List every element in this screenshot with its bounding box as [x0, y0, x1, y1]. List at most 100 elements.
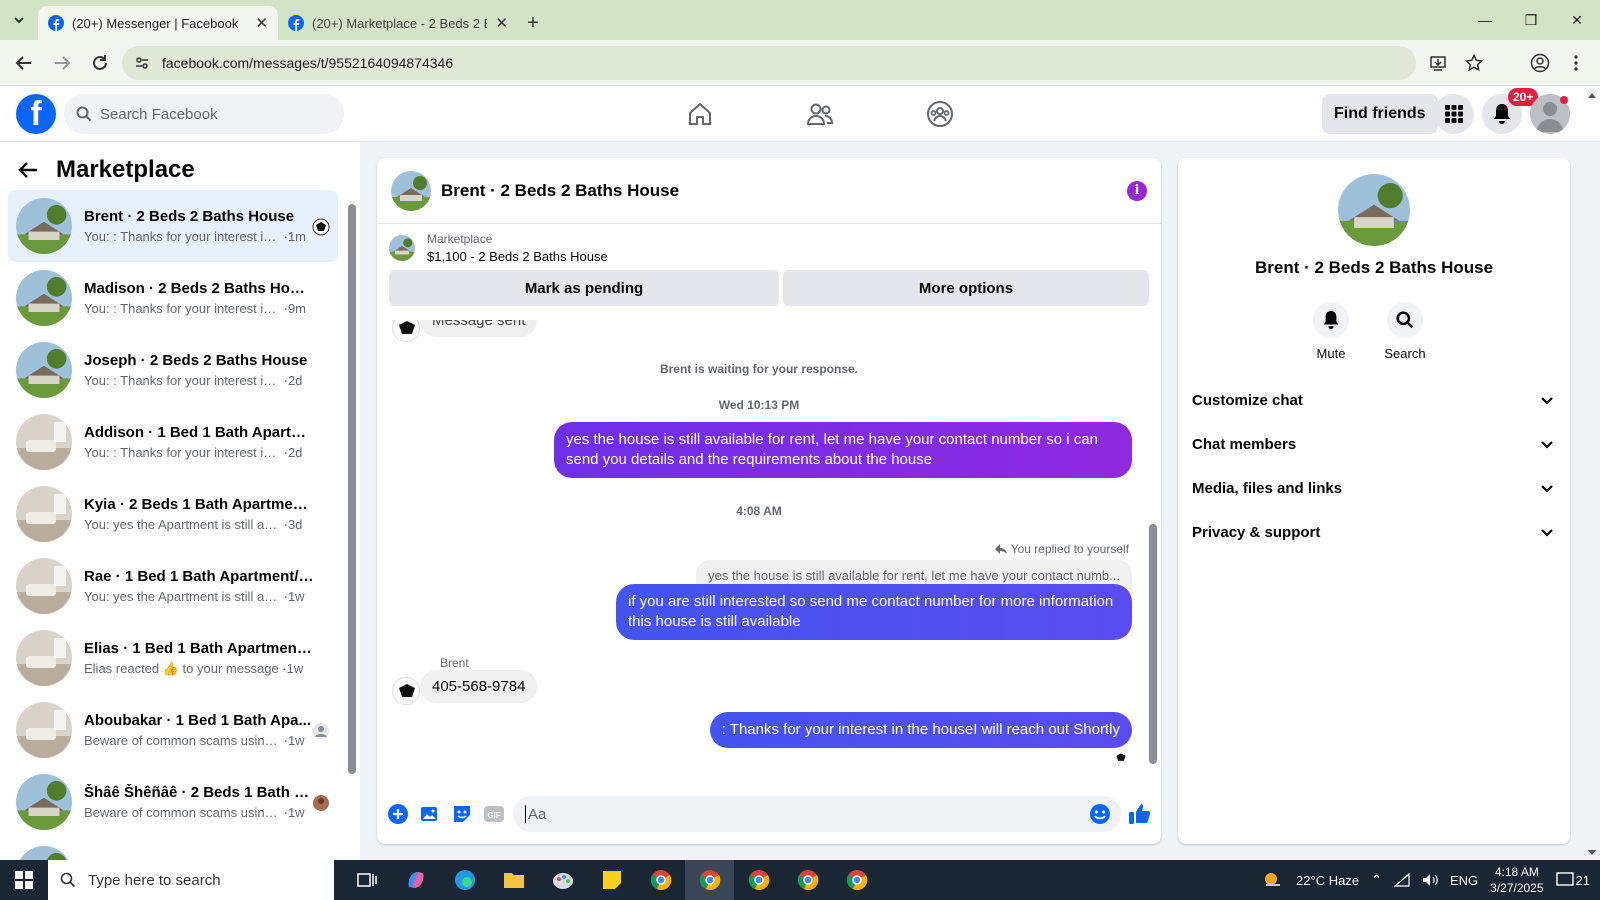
- account-dot: [1560, 96, 1568, 104]
- details-menu-item[interactable]: Customize chat: [1192, 378, 1554, 422]
- chrome-app-2[interactable]: [685, 860, 734, 900]
- start-button[interactable]: [0, 860, 48, 900]
- browser-tab-messenger[interactable]: (20+) Messenger | Facebook ✕: [38, 6, 278, 40]
- more-actions-button[interactable]: [385, 801, 411, 827]
- conversation-item[interactable]: Steve · 2 Beds 1 Bath H...: [8, 838, 338, 860]
- conversation-item[interactable]: Addison · 1 Bed 1 Bath Apartme... You: : …: [8, 406, 338, 478]
- edge-app[interactable]: [440, 860, 489, 900]
- reload-button[interactable]: [84, 47, 116, 79]
- new-tab-button[interactable]: +: [518, 6, 548, 40]
- sender-avatar[interactable]: [392, 677, 420, 705]
- nav-friends[interactable]: [760, 86, 880, 142]
- sidebar-scrollbar[interactable]: [348, 192, 356, 832]
- chat-scrollbar[interactable]: [1149, 324, 1157, 774]
- minimize-button[interactable]: —: [1462, 0, 1508, 40]
- facebook-logo-icon[interactable]: f: [16, 94, 56, 134]
- details-menu-item[interactable]: Chat members: [1192, 422, 1554, 466]
- close-window-button[interactable]: ✕: [1554, 0, 1600, 40]
- back-button[interactable]: [8, 47, 40, 79]
- chrome-app-4[interactable]: [783, 860, 832, 900]
- network-icon[interactable]: [1393, 873, 1410, 887]
- photo-icon: [421, 807, 437, 821]
- star-icon: [1465, 53, 1483, 71]
- chevron-down-icon: [1541, 397, 1553, 405]
- nav-home[interactable]: [640, 86, 760, 142]
- url-bar[interactable]: facebook.com/messages/t/9552164094874346: [122, 45, 1416, 80]
- language-indicator[interactable]: ENG: [1450, 873, 1478, 888]
- search-in-conversation-button[interactable]: Search: [1380, 302, 1430, 361]
- close-tab-icon[interactable]: ✕: [495, 14, 508, 32]
- soccer-ball-avatar-icon: [1113, 750, 1129, 766]
- facebook-search-input[interactable]: Search Facebook: [64, 94, 344, 134]
- close-tab-icon[interactable]: ✕: [255, 14, 268, 32]
- details-menu-item[interactable]: Privacy & support: [1192, 510, 1554, 554]
- message-input[interactable]: Aa: [513, 796, 1121, 832]
- clock[interactable]: 4:18 AM 3/27/2025: [1490, 864, 1543, 896]
- weather-icon[interactable]: [1262, 870, 1284, 890]
- thumbs-up-icon: [1129, 804, 1151, 824]
- scrollbar-thumb[interactable]: [1149, 524, 1157, 764]
- apartment-thumbnail-icon: [16, 558, 72, 614]
- conversation-item[interactable]: Rae · 1 Bed 1 Bath Apartment/co... You: y…: [8, 550, 338, 622]
- details-menu-item[interactable]: Media, files and links: [1192, 466, 1554, 510]
- menu-button[interactable]: [1434, 94, 1474, 134]
- profile-button[interactable]: [1524, 47, 1556, 79]
- chat-title[interactable]: Brent · 2 Beds 2 Baths House: [441, 181, 1117, 201]
- restore-button[interactable]: ❐: [1508, 0, 1554, 40]
- conversation-preview: You: : Thanks for your interest in th...: [84, 373, 280, 388]
- browser-tab-marketplace[interactable]: (20+) Marketplace - 2 Beds 2 Ba ✕: [278, 6, 518, 40]
- conversation-item[interactable]: Elias · 1 Bed 1 Bath Apartment/c... Elias…: [8, 622, 338, 694]
- find-friends-button[interactable]: Find friends: [1322, 94, 1438, 134]
- send-like-button[interactable]: [1127, 801, 1153, 827]
- task-view-button[interactable]: [342, 860, 391, 900]
- page-scrollbar[interactable]: [1586, 90, 1598, 860]
- chrome-app-3[interactable]: [734, 860, 783, 900]
- details-avatar[interactable]: [1338, 174, 1410, 246]
- chrome-app-5[interactable]: [832, 860, 881, 900]
- sticker-button[interactable]: [449, 801, 475, 827]
- listing-title[interactable]: $1,100 - 2 Beds 2 Baths House: [427, 249, 608, 264]
- soccer-ball-avatar-icon: [394, 679, 419, 704]
- conversation-item[interactable]: Madison · 2 Beds 2 Baths House You: : Tha…: [8, 262, 338, 334]
- attach-photo-button[interactable]: [417, 801, 443, 827]
- notification-center-button[interactable]: 21: [1555, 872, 1590, 888]
- chat-avatar[interactable]: [391, 170, 431, 211]
- install-app-button[interactable]: [1422, 47, 1454, 79]
- emoji-icon[interactable]: [1089, 803, 1111, 825]
- speaker-icon[interactable]: [1422, 873, 1438, 887]
- tab-search-button[interactable]: [0, 0, 38, 40]
- conversation-item[interactable]: Šhâê Šhêñâê · 2 Beds 1 Bath H... Beware o…: [8, 766, 338, 838]
- chrome-app-1[interactable]: [636, 860, 685, 900]
- nav-groups[interactable]: [880, 86, 1000, 142]
- weather-text[interactable]: 22°C Haze: [1296, 873, 1359, 888]
- more-options-button[interactable]: More options: [783, 270, 1149, 306]
- mute-button[interactable]: Mute: [1306, 302, 1356, 361]
- browser-menu-button[interactable]: [1560, 47, 1592, 79]
- paint-app[interactable]: [538, 860, 587, 900]
- taskbar-search-input[interactable]: Type here to search: [48, 860, 334, 900]
- scrollbar-thumb[interactable]: [348, 204, 356, 774]
- file-explorer-app[interactable]: [489, 860, 538, 900]
- mark-as-pending-button[interactable]: Mark as pending: [389, 270, 779, 306]
- chevron-up-icon[interactable]: ⌃: [1371, 872, 1382, 888]
- address-toolbar: facebook.com/messages/t/9552164094874346: [0, 40, 1600, 86]
- conversation-time: 1w: [286, 660, 304, 676]
- conversation-item[interactable]: Aboubakar · 1 Bed 1 Bath Apa... Beware of…: [8, 694, 338, 766]
- gif-button[interactable]: GIF: [481, 801, 507, 827]
- forward-button[interactable]: [46, 47, 78, 79]
- conversation-item[interactable]: Joseph · 2 Beds 2 Baths House You: : Than…: [8, 334, 338, 406]
- windows-taskbar: Type here to search 22°C Haze ⌃ ENG 4:18…: [0, 860, 1600, 900]
- search-icon: [60, 872, 76, 888]
- chat-header: Brent · 2 Beds 2 Baths House i: [377, 158, 1161, 224]
- reply-icon: [994, 544, 1007, 554]
- apartment-thumbnail-icon: [16, 630, 72, 686]
- sticky-notes-app[interactable]: [587, 860, 636, 900]
- back-arrow-icon[interactable]: [18, 161, 38, 179]
- bookmark-button[interactable]: [1458, 47, 1490, 79]
- copilot-app[interactable]: [391, 860, 440, 900]
- conversation-item[interactable]: Kyia · 2 Beds 1 Bath Apartment/... You: y…: [8, 478, 338, 550]
- conversation-time: 9m: [287, 301, 307, 316]
- conversation-item[interactable]: Brent · 2 Beds 2 Baths House You: : Thank…: [8, 190, 338, 262]
- listing-thumbnail[interactable]: [389, 235, 415, 261]
- info-icon[interactable]: i: [1127, 180, 1147, 201]
